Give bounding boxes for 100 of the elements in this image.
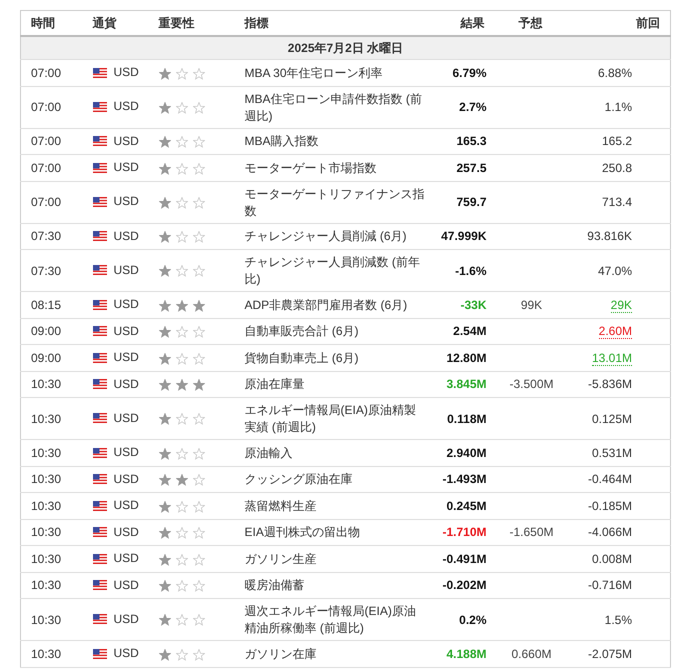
currency-code: USD	[114, 132, 139, 150]
star-icon	[176, 614, 188, 626]
actual-value: 2.54M	[453, 324, 486, 338]
actual-value: 6.79%	[452, 66, 486, 80]
flag-icon	[92, 265, 106, 276]
previous-value: -4.066M	[588, 525, 632, 540]
time-cell: 10:30	[20, 492, 82, 519]
star-icon	[158, 500, 170, 513]
currency-code: USD	[114, 610, 139, 628]
currency-code: USD	[114, 193, 139, 210]
star-icon	[158, 554, 170, 566]
previous-value: -0.185M	[588, 498, 632, 513]
star-icon	[176, 500, 188, 513]
star-icon	[158, 68, 170, 80]
previous-value: 13.01M	[592, 350, 632, 366]
flag-icon	[92, 474, 106, 484]
time-cell: 10:30	[20, 440, 82, 466]
star-icon	[192, 300, 204, 312]
indicator-name: MBA購入指数	[244, 134, 319, 148]
star-icon	[158, 102, 170, 114]
star-icon	[192, 413, 204, 426]
star-icon	[192, 379, 204, 392]
currency-code: USD	[114, 228, 139, 244]
star-icon	[176, 196, 188, 209]
star-icon	[176, 648, 188, 661]
time-cell: 07:30	[20, 223, 82, 250]
star-icon	[192, 136, 204, 148]
actual-value: -1.493M	[442, 472, 486, 486]
indicator-name: 原油在庫量	[244, 377, 304, 392]
star-icon	[192, 648, 204, 661]
time-cell: 10:30	[20, 466, 82, 492]
star-icon	[176, 231, 188, 244]
star-icon	[158, 196, 170, 209]
time-cell: 10:30	[20, 640, 82, 667]
indicator-name: 蒸留燃料生産	[244, 498, 316, 513]
time-cell: 08:15	[20, 292, 82, 318]
flag-icon	[92, 136, 106, 146]
actual-value: 165.3	[456, 134, 486, 148]
star-icon	[158, 448, 170, 460]
star-icon	[176, 580, 188, 592]
indicator-name: 自動車販売合計 (6月)	[244, 324, 358, 338]
star-icon	[192, 614, 204, 626]
flag-icon	[92, 162, 106, 172]
star-icon	[158, 474, 170, 486]
flag-icon	[92, 554, 106, 564]
actual-value: -0.202M	[442, 578, 486, 592]
star-icon	[192, 554, 204, 566]
star-icon	[192, 352, 204, 365]
currency-code: USD	[114, 497, 139, 514]
time-cell: 07:30	[20, 250, 82, 292]
actual-value: 0.118M	[447, 412, 486, 426]
previous-value: 165.2	[602, 134, 632, 148]
actual-value: 4.188M	[446, 646, 486, 661]
time-cell: 07:00	[20, 154, 82, 181]
indicator-name: チャレンジャー人員削減数 (前年比)	[244, 255, 420, 286]
indicator-name: 暖房油備蓄	[244, 578, 304, 592]
forecast-value: 99K	[520, 298, 542, 312]
time-cell: 10:30	[20, 371, 82, 398]
star-icon	[158, 136, 170, 148]
currency-code: USD	[114, 524, 139, 540]
forecast-value: -1.650M	[509, 525, 554, 540]
star-icon	[176, 379, 188, 392]
star-icon	[158, 231, 170, 244]
star-icon	[176, 474, 188, 486]
indicator-name: ガソリン生産	[244, 552, 316, 566]
indicator-name: モーターゲート市場指数	[244, 160, 376, 175]
date-header: 2025年7月2日 水曜日	[20, 36, 670, 60]
previous-value: -5.836M	[588, 377, 632, 392]
flag-icon	[92, 102, 106, 112]
currency-code: USD	[114, 645, 139, 662]
currency-code: USD	[114, 322, 139, 340]
star-icon	[158, 614, 170, 626]
currency-code: USD	[114, 576, 139, 594]
flag-icon	[92, 527, 106, 537]
actual-value: 12.80M	[446, 350, 486, 365]
previous-value: 713.4	[602, 195, 632, 209]
currency-code: USD	[114, 376, 139, 392]
previous-value: 250.8	[602, 160, 632, 175]
flag-icon	[92, 379, 106, 389]
star-icon	[192, 102, 204, 114]
currency-code: USD	[114, 349, 139, 366]
indicator-name: ガソリン在庫	[244, 646, 316, 661]
actual-value: 0.2%	[459, 612, 486, 626]
time-cell: 09:00	[20, 318, 82, 344]
previous-value: -0.716M	[588, 578, 632, 592]
star-icon	[176, 554, 188, 566]
star-icon	[176, 300, 188, 312]
previous-value: 29K	[610, 298, 632, 313]
indicator-name: 週次エネルギー情報局(EIA)原油精油所稼働率 (前週比)	[244, 604, 416, 635]
time-cell: 09:00	[20, 344, 82, 371]
flag-icon	[92, 413, 106, 424]
star-icon	[158, 413, 170, 426]
previous-value: 0.531M	[592, 446, 632, 460]
time-cell: 10:30	[20, 519, 82, 546]
currency-code: USD	[114, 470, 139, 488]
star-icon	[192, 162, 204, 175]
star-icon	[192, 68, 204, 80]
time-cell: 10:30	[20, 572, 82, 598]
currency-code: USD	[114, 296, 139, 313]
star-icon	[192, 231, 204, 244]
